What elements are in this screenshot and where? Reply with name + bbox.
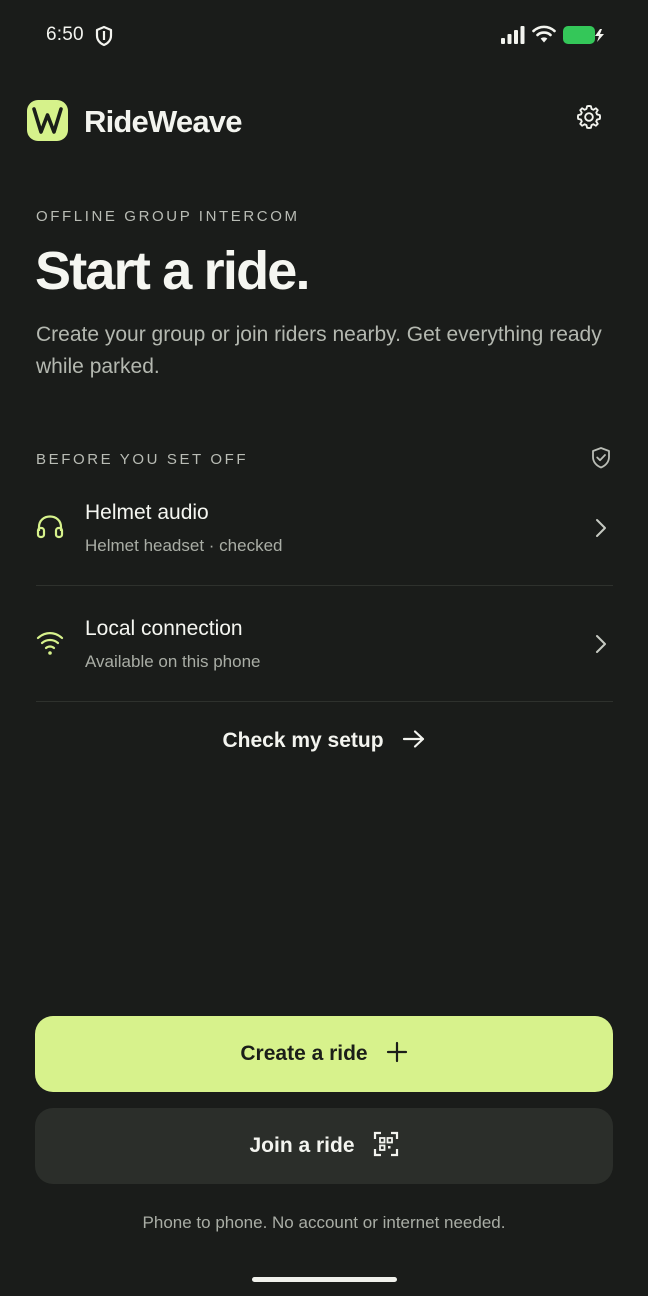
arrow-right-icon (402, 729, 426, 754)
app-logo (27, 100, 68, 141)
hero-subtitle: Create your group or join riders nearby.… (36, 323, 602, 378)
create-ride-button[interactable]: Create a ride (35, 1016, 613, 1092)
settings-button[interactable] (570, 98, 608, 136)
check-setup-link[interactable]: Check my setup (0, 724, 648, 758)
logo-w-icon (32, 107, 63, 134)
check-setup-label: Check my setup (222, 729, 384, 752)
battery-charging-icon (562, 25, 606, 50)
plus-icon (386, 1041, 408, 1068)
checklist-item-title: Local connection (85, 617, 243, 640)
checklist-item-status: Available on this phone (85, 652, 261, 671)
wifi-icon (36, 630, 64, 661)
wifi-status-icon (532, 24, 556, 49)
join-ride-label: Join a ride (249, 1134, 355, 1157)
qr-scan-icon (373, 1131, 399, 1162)
chevron-right-icon (594, 634, 608, 659)
create-ride-label: Create a ride (240, 1042, 368, 1065)
chevron-right-icon (594, 518, 608, 543)
checklist-item-status: Helmet headset · checked (85, 536, 283, 555)
cellular-signal-icon (500, 25, 526, 50)
checklist-item-title: Helmet audio (85, 501, 209, 524)
join-ride-button[interactable]: Join a ride (35, 1108, 613, 1184)
gear-icon (576, 104, 602, 130)
checklist-label: BEFORE YOU SET OFF (36, 451, 249, 468)
status-time: 6:50 (46, 24, 84, 45)
footnote: Phone to phone. No account or internet n… (142, 1213, 506, 1232)
vpn-shield-icon (94, 25, 114, 52)
app-name: RideWeave (84, 104, 242, 139)
status-bar: 6:50 (0, 0, 648, 70)
page-title: Start a ride. (35, 241, 311, 301)
app-header: RideWeave (0, 96, 648, 146)
hero-eyebrow: OFFLINE GROUP INTERCOM (36, 208, 300, 225)
home-indicator[interactable] (252, 1277, 397, 1282)
screen: 6:50 RideWeave OFFLINE GROUP INTERCOM St… (0, 0, 648, 1296)
checklist-item-local-connection[interactable]: Local connection Available on this phone (36, 586, 613, 702)
checklist-item-helmet-audio[interactable]: Helmet audio Helmet headset · checked (36, 470, 613, 586)
headphones-icon (36, 514, 64, 545)
